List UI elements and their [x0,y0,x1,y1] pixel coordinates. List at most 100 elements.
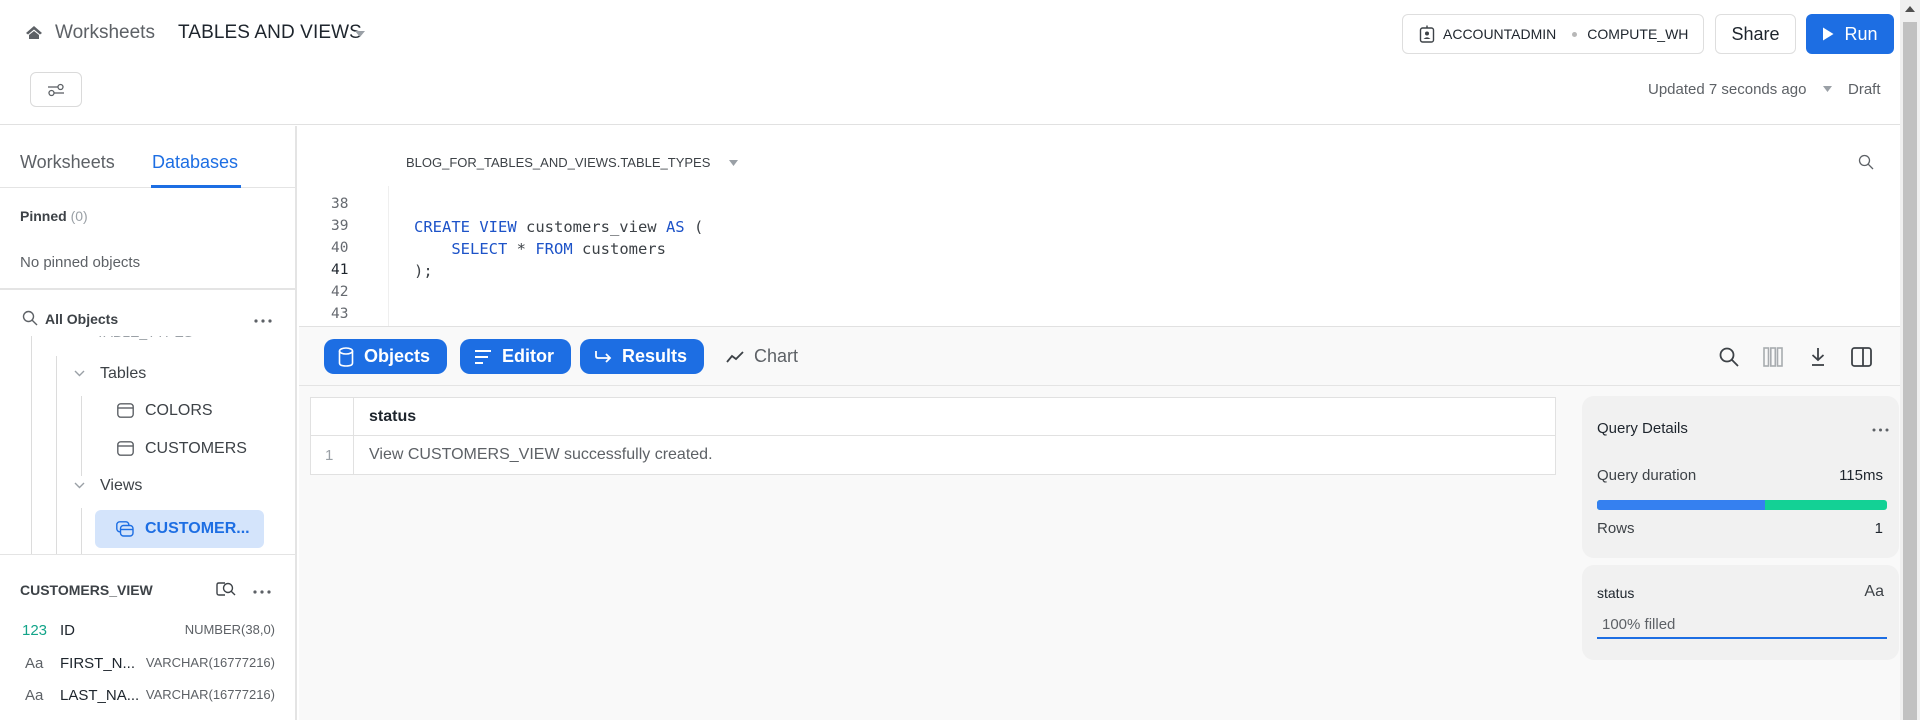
column-data-type: VARCHAR(16777216) [145,687,275,702]
page-scrollbar[interactable] [1900,0,1920,720]
all-objects-filter[interactable]: All Objects [45,311,118,327]
tree-item-table-colors[interactable]: COLORS [145,402,213,420]
no-pinned-text: No pinned objects [20,254,141,271]
tree-item-schema[interactable]: TABLE_TYPES [96,336,193,340]
column-row[interactable]: 123 ID NUMBER(38,0) [0,622,295,648]
sliders-icon [47,82,65,98]
table-row[interactable]: 1 View CUSTOMERS_VIEW successfully creat… [311,436,1555,474]
home-icon[interactable] [24,24,44,42]
sql-text: ( [684,218,704,236]
column-name: FIRST_N... [60,655,136,672]
column-row[interactable]: Aa LAST_NA... VARCHAR(16777216) [0,687,295,713]
search-icon[interactable] [1858,154,1874,170]
role-badge-icon [1419,25,1435,43]
separator-dot [1572,31,1578,37]
more-options-icon[interactable] [1872,428,1889,432]
tab-databases[interactable]: Databases [152,152,238,173]
objects-label: Objects [364,346,431,366]
divider [0,554,295,555]
scrollbar-thumb[interactable] [1903,22,1917,720]
column-row[interactable]: Aa FIRST_N... VARCHAR(16777216) [0,655,295,681]
caret-down-icon[interactable] [1823,86,1832,92]
views-label: Views [100,477,143,494]
status-cell[interactable]: View CUSTOMERS_VIEW successfully created… [354,446,713,464]
gutter-divider [388,186,389,326]
column-summary-card[interactable]: status Aa 100% filled [1582,565,1899,660]
play-icon [1822,27,1834,41]
table-label: CUSTOMERS [145,440,247,457]
column-summary-name: status [1597,585,1635,601]
column-data-type: VARCHAR(16777216) [145,655,275,670]
divider [299,385,1900,386]
sidebar: Worksheets Databases Pinned (0) No pinne… [0,126,297,720]
role-label: ACCOUNTADMIN [1443,26,1557,42]
rows-label: Rows [1597,520,1635,537]
filter-settings-button[interactable] [30,72,82,107]
more-options-icon[interactable] [253,590,271,594]
query-duration-bar[interactable] [1597,500,1887,510]
objects-toggle-button[interactable]: Objects [324,339,448,374]
search-icon[interactable] [22,310,38,326]
tree-item-views[interactable]: Views [100,477,142,495]
code-line[interactable]: CREATE VIEW customers_view AS ( [414,218,703,236]
download-icon[interactable] [1809,347,1827,367]
line-number: 39 [331,218,349,234]
table-icon [117,441,134,456]
caret-down-icon[interactable] [729,160,738,166]
sql-keyword: AS [665,218,685,236]
results-label: Results [622,346,688,366]
fill-rate-bar: 100% filled [1597,610,1887,639]
sql-editor[interactable]: BLOG_FOR_TABLES_AND_VIEWS.TABLE_TYPES 38… [299,126,1900,327]
run-button[interactable]: Run [1806,14,1894,54]
share-button[interactable]: Share [1715,14,1796,54]
active-tab-indicator [151,185,241,188]
caret-down-icon[interactable] [355,31,365,38]
table-label: COLORS [145,402,213,419]
table-icon [117,403,134,418]
preview-data-icon[interactable] [216,581,236,597]
column-name: LAST_NA... [60,687,140,704]
row-index-header [311,398,354,435]
results-grid: status 1 View CUSTOMERS_VIEW successfull… [310,397,1556,475]
sql-keyword: FROM [535,240,573,258]
tab-worksheets[interactable]: Worksheets [20,152,115,173]
query-duration-value: 115ms [1839,467,1883,484]
chevron-down-icon[interactable] [74,370,85,377]
pinned-count: (0) [70,208,88,224]
chevron-down-icon[interactable] [74,482,85,489]
worksheet-title[interactable]: TABLES AND VIEWS [178,22,362,44]
tree-item-tables[interactable]: Tables [100,365,146,383]
draft-status: Draft [1848,81,1881,98]
more-options-icon[interactable] [254,319,272,323]
sql-text: customers [572,240,666,258]
line-number: 40 [331,240,349,256]
query-details-card: Query Details Query duration 115ms Rows … [1582,396,1899,558]
pinned-header: Pinned (0) [20,208,88,224]
column-name: ID [60,622,75,639]
warehouse-label: COMPUTE_WH [1587,26,1689,42]
sql-keyword: CREATE VIEW [414,218,517,236]
editor-toggle-button[interactable]: Editor [460,339,571,374]
scroll-up-arrow-icon[interactable] [1905,6,1915,12]
grid-header-row: status [311,398,1555,436]
breadcrumb-worksheets[interactable]: Worksheets [55,22,155,44]
database-schema-selector[interactable]: BLOG_FOR_TABLES_AND_VIEWS.TABLE_TYPES [406,155,710,170]
column-header-status[interactable]: status [354,408,416,426]
chart-label: Chart [754,346,799,366]
columns-icon[interactable] [1763,347,1783,367]
code-line[interactable]: ); [414,262,433,280]
tree-item-table-customers[interactable]: CUSTOMERS [145,440,247,458]
role-warehouse-selector[interactable]: ACCOUNTADMIN COMPUTE_WH [1402,14,1704,54]
chart-tab[interactable]: Chart [726,339,798,374]
row-index: 1 [311,436,354,474]
text-type-icon: Aa [25,687,44,704]
results-toggle-button[interactable]: Results [580,339,705,374]
search-icon[interactable] [1719,347,1739,367]
tree-guide-line [31,336,32,554]
split-panel-icon[interactable] [1851,347,1872,367]
sql-text: * [507,240,536,258]
line-chart-icon [726,350,744,364]
line-number-active: 41 [331,262,349,278]
updated-timestamp[interactable]: Updated 7 seconds ago [1648,81,1806,98]
code-line[interactable]: SELECT * FROM customers [414,240,666,258]
